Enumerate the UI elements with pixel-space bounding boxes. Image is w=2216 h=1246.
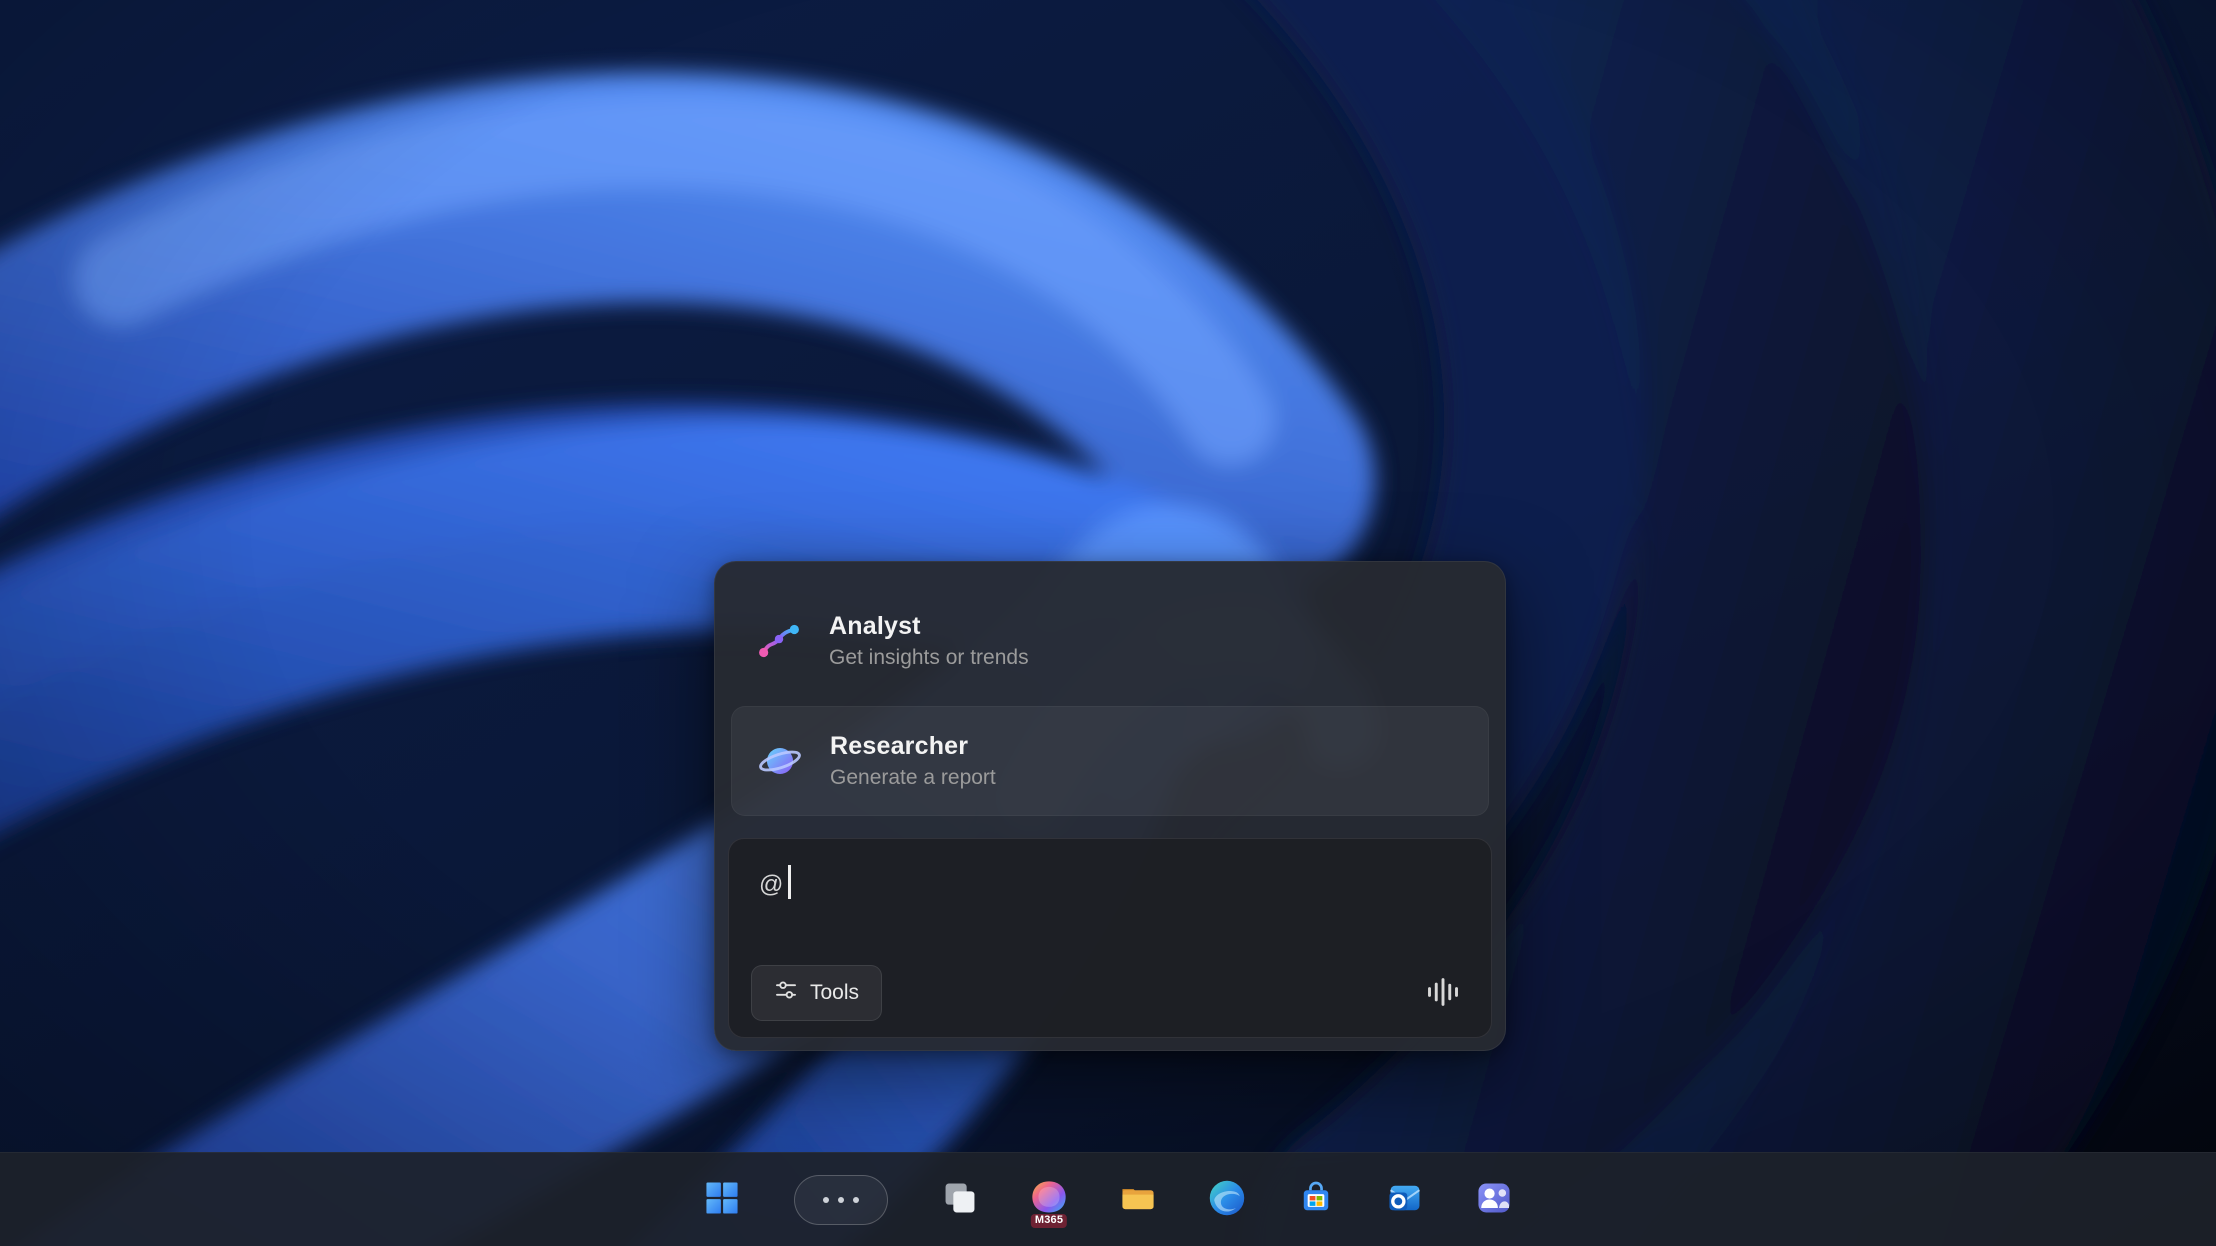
taskbar: M365 xyxy=(0,1152,2216,1246)
folder-icon xyxy=(1118,1178,1158,1221)
text-caret xyxy=(788,865,791,899)
menu-item-title: Analyst xyxy=(829,612,1029,641)
menu-item-researcher[interactable]: Researcher Generate a report xyxy=(731,706,1489,816)
menu-item-analyst[interactable]: Analyst Get insights or trends xyxy=(731,590,1489,692)
researcher-planet-icon xyxy=(757,738,803,784)
sliders-icon xyxy=(774,978,798,1008)
ellipsis-dot xyxy=(823,1197,829,1203)
start-button[interactable] xyxy=(693,1171,751,1229)
menu-item-subtitle: Get insights or trends xyxy=(829,646,1029,670)
ellipsis-dot xyxy=(853,1197,859,1203)
tools-button-label: Tools xyxy=(810,981,859,1005)
teams-icon xyxy=(1474,1178,1514,1221)
taskbar-overflow-pill[interactable] xyxy=(794,1175,888,1225)
store-icon xyxy=(1296,1178,1336,1221)
microsoft-store-button[interactable] xyxy=(1287,1171,1345,1229)
menu-item-subtitle: Generate a report xyxy=(830,766,996,790)
edge-button[interactable] xyxy=(1198,1171,1256,1229)
outlook-icon xyxy=(1385,1178,1425,1221)
file-explorer-button[interactable] xyxy=(1109,1171,1167,1229)
analyst-chart-icon xyxy=(756,618,802,664)
menu-item-title: Researcher xyxy=(830,732,996,761)
copilot-m365-button[interactable]: M365 xyxy=(1020,1171,1078,1229)
edge-browser-icon xyxy=(1207,1178,1247,1221)
copilot-flyout: Analyst Get insights or trends Researche… xyxy=(714,561,1506,1051)
taskbar-center-group: M365 xyxy=(693,1171,1523,1229)
task-view-button[interactable] xyxy=(931,1171,989,1229)
prompt-input[interactable]: @ Tools xyxy=(728,838,1492,1038)
voice-waveform-icon xyxy=(1425,974,1461,1013)
windows-logo-icon xyxy=(702,1178,742,1221)
m365-badge: M365 xyxy=(1031,1214,1067,1228)
outlook-button[interactable] xyxy=(1376,1171,1434,1229)
teams-button[interactable] xyxy=(1465,1171,1523,1229)
ellipsis-dot xyxy=(838,1197,844,1203)
voice-input-button[interactable] xyxy=(1425,974,1461,1013)
task-view-icon xyxy=(940,1178,980,1221)
input-text: @ xyxy=(759,871,783,898)
tools-button[interactable]: Tools xyxy=(751,965,882,1021)
